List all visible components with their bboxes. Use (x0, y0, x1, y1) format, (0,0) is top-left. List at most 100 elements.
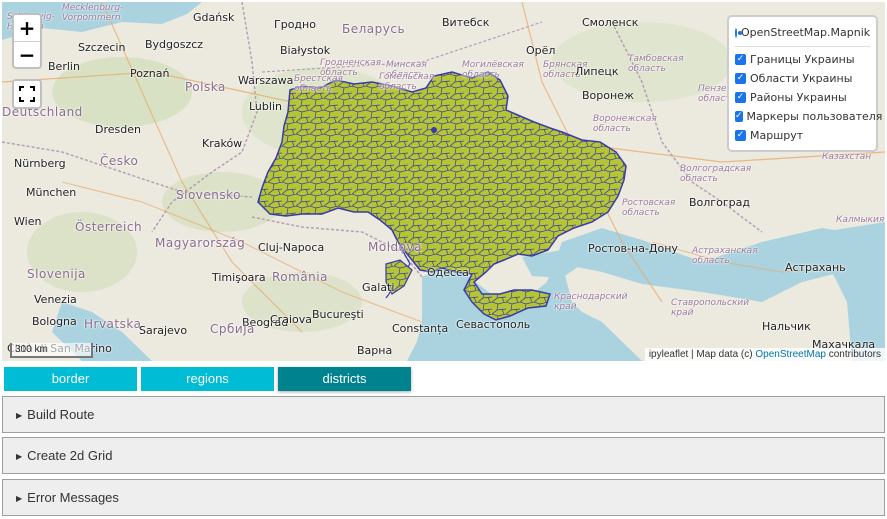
map-label-region: Гомельская область (379, 72, 435, 92)
map-label-region: Астраханская область (692, 246, 758, 266)
map-label-region: Могилёвская область (462, 60, 524, 80)
map-label-city: Одесса (427, 266, 469, 279)
map-label-city: Ростов-на-Дону (588, 242, 678, 255)
map-label-city: Волгоград (689, 196, 750, 209)
map-label-country: România (272, 270, 328, 284)
map-label-city: Cluj-Napoca (258, 241, 325, 254)
overlay-layer-option[interactable]: ✓ Границы Украины (735, 50, 870, 69)
map-attribution: ipyleaflet | Map data (c) OpenStreetMap … (644, 348, 885, 361)
overlay-layer-label: Районы Украины (750, 91, 847, 104)
fullscreen-button[interactable] (12, 79, 42, 109)
map-label-region: Mecklenburg- Vorpommern (62, 3, 124, 23)
map-label-country: Polska (185, 80, 226, 94)
map-label-city: Bologna (32, 315, 77, 328)
attribution-suffix: contributors (825, 349, 881, 360)
zoom-out-button[interactable]: − (14, 41, 40, 67)
map-label-country: Slovensko (176, 188, 241, 202)
overlay-layer-option[interactable]: ✓ Маркеры пользователя (735, 107, 882, 126)
base-layer-option[interactable]: OpenStreetMap.Mapnik (735, 23, 870, 42)
map-label-city: Bydgoszcz (145, 38, 204, 51)
map-label-city: Craiova (270, 313, 312, 326)
checkbox-checked-icon[interactable]: ✓ (735, 54, 746, 65)
map-label-region: Волгоградская область (680, 164, 752, 184)
tab-border[interactable]: border (4, 367, 137, 391)
caret-right-icon: ▶ (16, 494, 23, 503)
map-label-region: Воронежская область (593, 114, 657, 134)
map-label-country: Österreich (75, 220, 143, 234)
overlay-layer-label: Маршрут (750, 129, 804, 142)
caret-right-icon: ▶ (16, 452, 23, 461)
base-layer-label: OpenStreetMap.Mapnik (741, 26, 871, 39)
checkbox-checked-icon[interactable]: ✓ (735, 111, 743, 122)
map-view[interactable]: Gdańsk Гродно Беларусь Витебск Смоленск Szcze… (2, 2, 885, 361)
map-label-city: Timişoara (212, 271, 266, 284)
accordion-title: Build Route (27, 407, 95, 422)
overlay-layer-option[interactable]: ✓ Маршрут (735, 126, 870, 145)
map-label-country: Slovenija (27, 267, 86, 281)
map-label-city: Venezia (34, 293, 77, 306)
caret-right-icon: ▶ (16, 411, 23, 420)
map-label-city: Galați (362, 281, 395, 294)
map-label-region: Казахстан (822, 152, 872, 162)
tab-regions[interactable]: regions (141, 367, 274, 391)
map-label-city: Szczecin (78, 41, 126, 54)
overlay-layer-label: Границы Украины (750, 53, 855, 66)
map-label-region: Брестская область (294, 74, 343, 94)
map-label-city: Berlin (48, 60, 80, 73)
map-label-city: Витебск (442, 16, 490, 29)
map-label-city: München (26, 186, 77, 199)
map-label-city: Białystok (280, 44, 331, 57)
zoom-in-button[interactable]: + (14, 15, 40, 41)
map-label-city: Варна (357, 344, 393, 357)
map-label-country: Србија (210, 322, 255, 336)
map-label-city: Воронеж (582, 89, 634, 102)
layers-control: OpenStreetMap.Mapnik ✓ Границы Украины ✓ Об… (727, 15, 882, 152)
map-label-city: Липецк (575, 65, 619, 78)
overlay-layer-option[interactable]: ✓ Области Украины (735, 69, 870, 88)
overlay-layer-label: Области Украины (750, 72, 853, 85)
overlay-layer-label: Маркеры пользователя (746, 110, 883, 123)
map-label-country: Hrvatska (84, 317, 142, 331)
map-label-region: Ставропольский край (671, 298, 750, 318)
zoom-control: + − (12, 13, 42, 69)
map-label-country: Moldova (368, 240, 422, 254)
map-label-city: Warszawa (238, 74, 294, 87)
checkbox-checked-icon[interactable]: ✓ (735, 130, 746, 141)
map-label-region: Краснодарский край (554, 292, 628, 312)
map-label-country: Беларусь (342, 22, 406, 36)
accordion-error-messages[interactable]: ▶ Error Messages (2, 479, 885, 516)
map-label-region: Тамбовская область (628, 54, 684, 74)
map-label-city: Poznań (130, 67, 170, 80)
attribution-prefix: ipyleaflet | Map data (c) (648, 349, 756, 360)
accordion-title: Create 2d Grid (27, 448, 113, 463)
map-label-city: Bucureşti (312, 308, 364, 321)
tab-districts[interactable]: districts (278, 367, 411, 391)
overlay-layer-option[interactable]: ✓ Районы Украины (735, 88, 870, 107)
map-label-city: Sarajevo (139, 324, 188, 337)
osm-link[interactable]: OpenStreetMap (755, 349, 826, 360)
map-label-city: Орёл (526, 44, 556, 57)
map-label-city: Севастополь (456, 318, 531, 331)
accordion-create-2d-grid[interactable]: ▶ Create 2d Grid (2, 437, 885, 474)
checkbox-checked-icon[interactable]: ✓ (735, 92, 746, 103)
map-label-country: Česko (100, 154, 139, 168)
map-label-city: Nürnberg (14, 157, 66, 170)
fullscreen-icon (19, 86, 35, 102)
map-label-city: Астрахань (785, 261, 846, 274)
tab-bar: border regions districts (4, 367, 415, 391)
accordion-build-route[interactable]: ▶ Build Route (2, 396, 885, 433)
map-label-city: Constanța (392, 322, 449, 335)
map-label-city: Gdańsk (193, 11, 235, 24)
checkbox-checked-icon[interactable]: ✓ (735, 73, 746, 84)
overlay-list: ✓ Границы Украины ✓ Области Украины ✓ Районы … (735, 50, 882, 145)
map-label-city: Kraków (202, 137, 243, 150)
accordion-title: Error Messages (27, 490, 119, 505)
radio-icon[interactable] (735, 27, 742, 38)
map-label-city: Dresden (95, 123, 141, 136)
map-label-city: Lublin (249, 100, 282, 113)
map-label-region: Ростовская область (622, 198, 676, 218)
map-label-city: Гродно (274, 18, 316, 31)
scale-bar: 300 km (10, 343, 93, 358)
kyiv-marker[interactable] (431, 127, 437, 133)
map-label-region: Калмыкия (836, 215, 885, 225)
